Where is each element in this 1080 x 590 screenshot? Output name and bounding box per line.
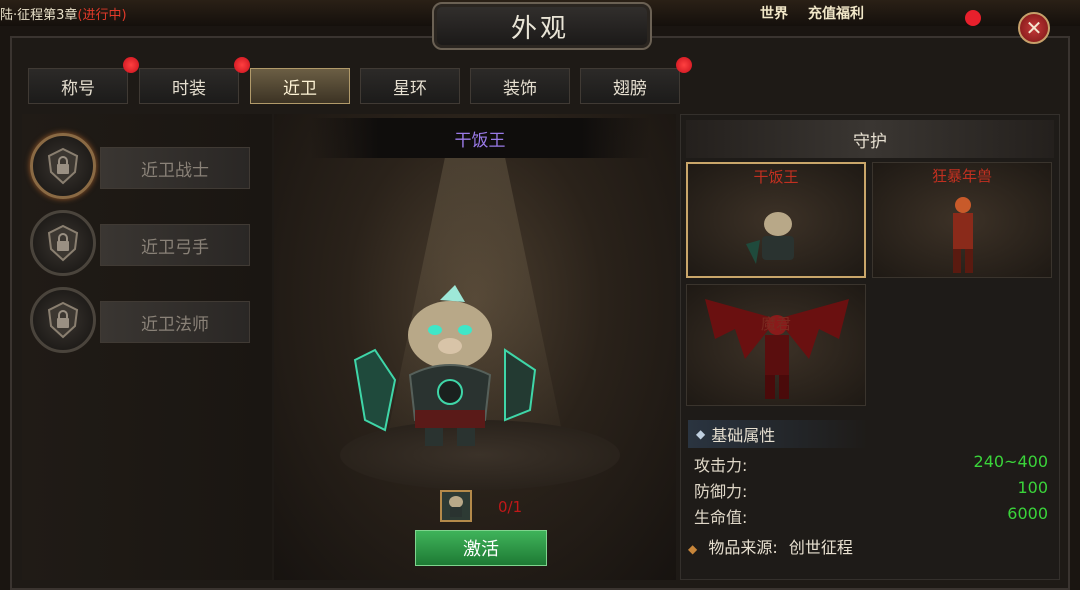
quest-tracker[interactable]: 陆·征程第3章(进行中): [0, 4, 127, 23]
category-label: 近卫弓手: [100, 224, 250, 266]
guard-card-label: 干饭王: [753, 168, 799, 186]
locked-staff-icon: [30, 287, 96, 353]
tab-title[interactable]: 称号: [28, 68, 128, 104]
guard-thumbnail[interactable]: [440, 490, 472, 522]
window-title: 外观: [510, 14, 569, 44]
attr-value: 100: [1017, 478, 1048, 497]
tab-star-ring[interactable]: 星环: [360, 68, 460, 104]
attr-label: 防御力:: [694, 482, 748, 501]
category-guard-warrior[interactable]: 近卫战士: [30, 133, 260, 201]
tab-title-badge: [123, 57, 139, 73]
attr-row-hp: 生命值: 6000: [694, 504, 1048, 528]
tab-fashion[interactable]: 时装: [139, 68, 239, 104]
attr-row-attack: 攻击力: 240~400: [694, 452, 1048, 476]
tab-guard[interactable]: 近卫: [250, 68, 350, 104]
guard-model-image: [345, 280, 545, 450]
tab-fashion-badge: [234, 57, 250, 73]
attributes-header-label: 基础属性: [711, 426, 776, 445]
guard-card[interactable]: 干饭王: [686, 162, 866, 278]
tab-wings-badge: [676, 57, 692, 73]
guard-card[interactable]: 魔君: [686, 284, 866, 406]
attr-label: 攻击力:: [694, 456, 748, 475]
attr-row-defense: 防御力: 100: [694, 478, 1048, 502]
close-button[interactable]: ✕: [1018, 12, 1050, 44]
locked-helmet-icon: [30, 133, 96, 199]
tab-decoration[interactable]: 装饰: [470, 68, 570, 104]
activate-button[interactable]: 激活: [415, 530, 547, 566]
guard-card-image: [746, 212, 794, 264]
category-guard-mage[interactable]: 近卫法师: [30, 287, 260, 355]
guard-card-label: 狂暴年兽: [931, 167, 992, 185]
source-value: 创世征程: [788, 538, 853, 557]
category-label: 近卫法师: [100, 301, 250, 343]
close-icon: ✕: [1025, 16, 1043, 40]
quest-status: (进行中): [77, 8, 127, 23]
world-button[interactable]: 世界: [760, 3, 788, 23]
guard-card-image: [705, 299, 849, 399]
attributes-header: ◆ 基础属性: [688, 420, 868, 448]
guard-card[interactable]: 狂暴年兽: [872, 162, 1052, 278]
guard-card-image: [953, 197, 973, 273]
attr-value: 6000: [1007, 504, 1048, 523]
preview-name: 干饭王: [310, 118, 650, 158]
category-label: 近卫战士: [100, 147, 250, 189]
diamond-icon: ◆: [696, 427, 706, 441]
guard-card-label: 魔君: [760, 315, 791, 333]
tab-wings[interactable]: 翅膀: [580, 68, 680, 104]
source-label: 物品来源:: [708, 538, 778, 557]
attr-value: 240~400: [973, 452, 1048, 471]
attr-label: 生命值:: [694, 508, 748, 527]
category-guard-archer[interactable]: 近卫弓手: [30, 210, 260, 278]
item-count: 0/1: [498, 498, 523, 516]
guard-header: 守护: [686, 120, 1054, 158]
diamond-icon: ◆: [688, 542, 698, 556]
notification-badge: [965, 10, 981, 26]
locked-bow-icon: [30, 210, 96, 276]
item-source: ◆ 物品来源: 创世征程: [688, 534, 853, 558]
quest-label: 陆·征程第3章: [0, 8, 78, 23]
recharge-button[interactable]: 充值福利: [808, 3, 864, 23]
